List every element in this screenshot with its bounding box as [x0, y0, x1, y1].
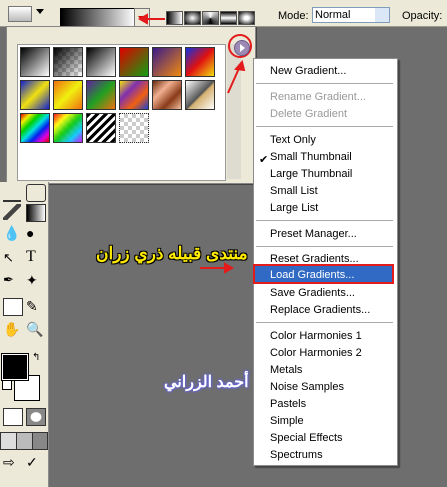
arrow-head: [234, 59, 246, 72]
arrow-head: [137, 13, 148, 25]
arrow-head: [224, 262, 235, 274]
annotation-arrows: [137, 13, 246, 274]
